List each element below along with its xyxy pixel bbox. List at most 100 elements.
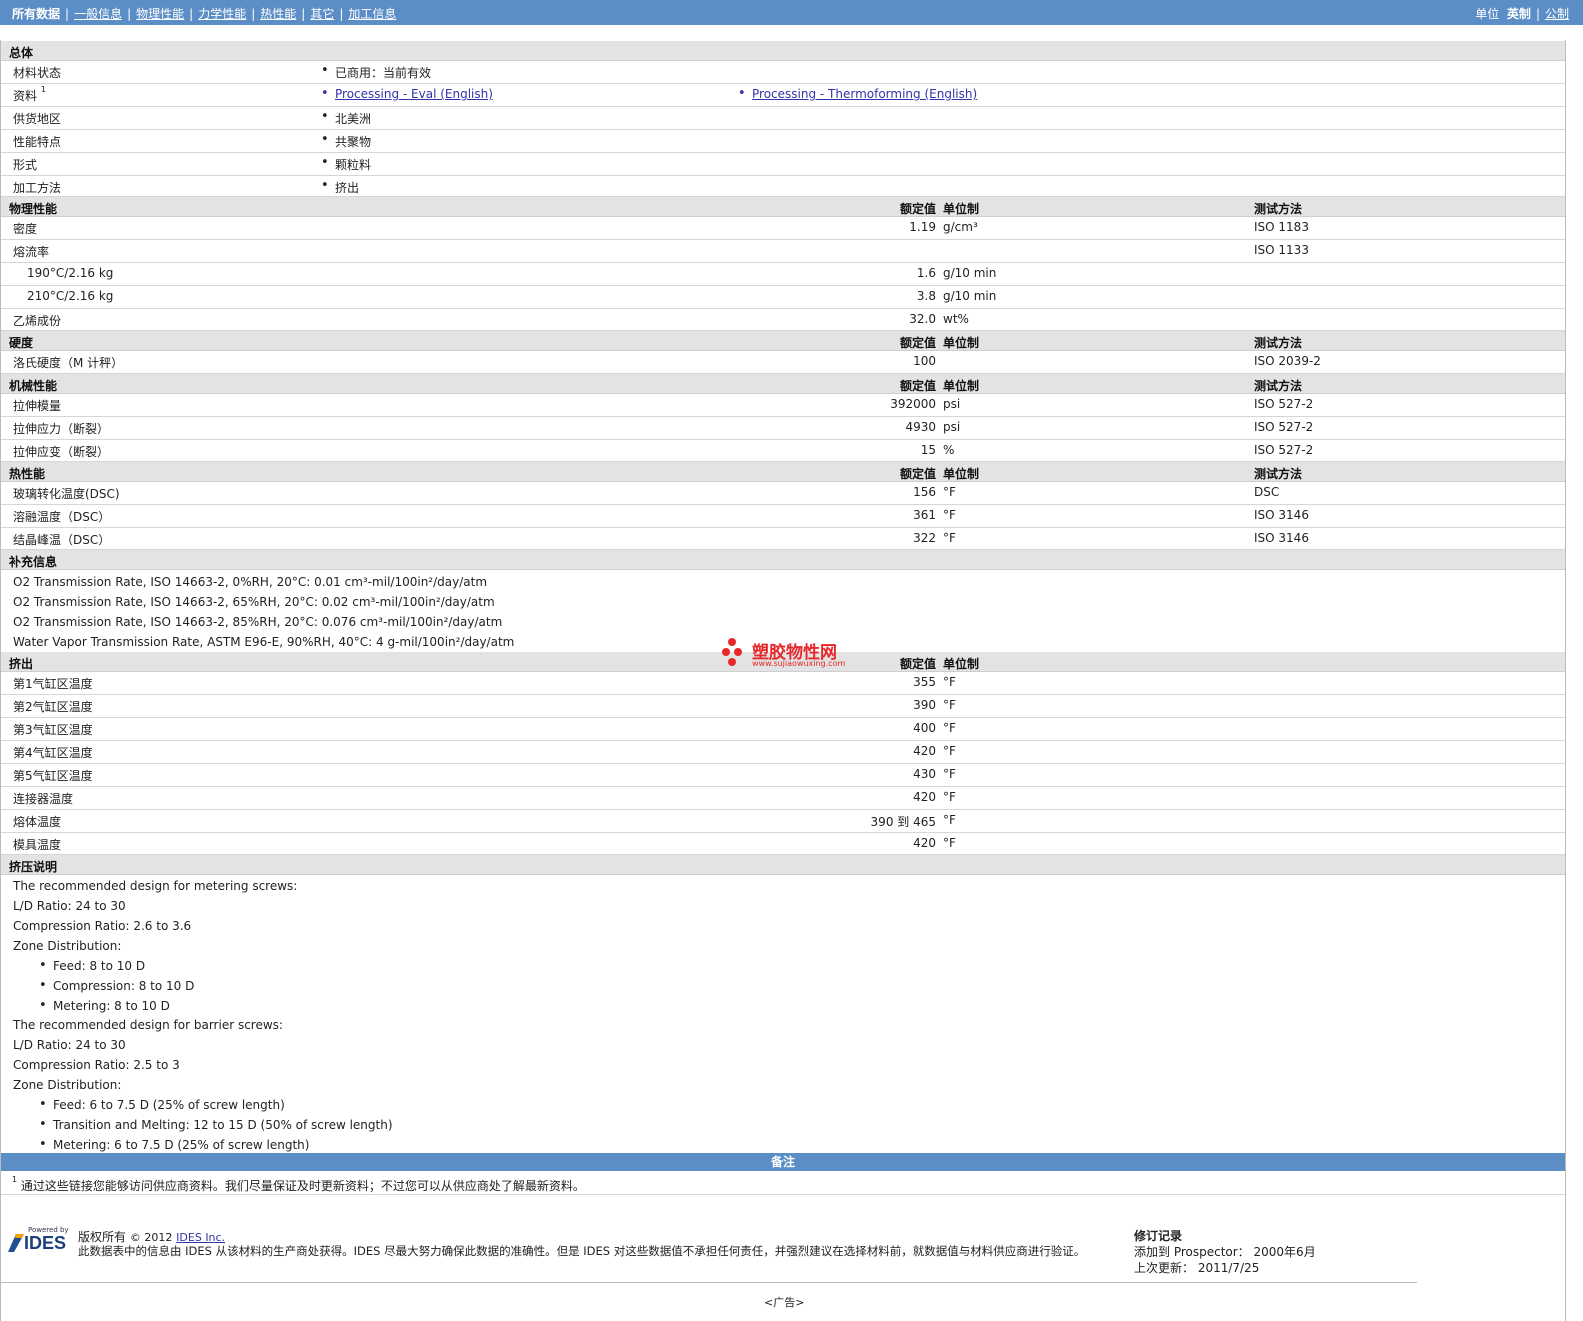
- link-processing-thermoforming[interactable]: Processing - Thermoforming (English): [738, 86, 977, 101]
- row-value: 400: [913, 721, 936, 735]
- note-line: L/D Ratio: 24 to 30: [13, 1038, 126, 1052]
- supplement-line: Water Vapor Transmission Rate, ASTM E96-…: [13, 635, 515, 649]
- physical-row: 210°C/2.16 kg 3.8 g/10 min: [1, 286, 1565, 309]
- section-tabs: 所有数据 | 一般信息 | 物理性能 | 力学性能 | 热性能 | 其它 | 加工信息: [12, 7, 397, 21]
- general-header: 总体: [1, 41, 1565, 61]
- note-line: Compression Ratio: 2.5 to 3: [13, 1058, 180, 1072]
- tab-physical[interactable]: 物理性能: [136, 7, 184, 21]
- col-nominal: 额定值: [899, 202, 936, 216]
- mechanical-title: 机械性能: [9, 379, 58, 393]
- row-value: 15: [920, 443, 936, 457]
- row-unit: °F: [943, 790, 956, 804]
- remarks-row: 1 通过这些链接您能够访问供应商资料。我们尽量保证及时更新资料；不过您可以从供应…: [1, 1171, 1565, 1195]
- copyright-label: 版权所有: [78, 1230, 127, 1244]
- col-method: 测试方法: [1254, 379, 1303, 393]
- row-unit: wt%: [943, 312, 969, 326]
- col-unit: 单位制: [943, 379, 980, 393]
- col-unit: 单位制: [943, 657, 980, 671]
- row-unit: °F: [943, 721, 956, 735]
- note-bullet: Feed: 8 to 10 D: [39, 958, 145, 973]
- hardness-row: 洛氏硬度（M 计秤） 100 ISO 2039-2: [1, 351, 1565, 374]
- row-value: 4930: [905, 420, 936, 434]
- logo-text: IDES: [24, 1233, 67, 1253]
- row-label: 材料状态: [13, 66, 62, 80]
- tab-other[interactable]: 其它: [310, 7, 334, 21]
- units-metric[interactable]: 公制: [1545, 7, 1569, 21]
- note-bullet: Compression: 8 to 10 D: [39, 978, 194, 993]
- row-method: ISO 527-2: [1254, 443, 1314, 457]
- col-method: 测试方法: [1254, 202, 1303, 216]
- row-method: ISO 3146: [1254, 531, 1309, 545]
- row-value: 322: [913, 531, 936, 545]
- col-method: 测试方法: [1254, 467, 1303, 481]
- tab-processing[interactable]: 加工信息: [348, 7, 396, 21]
- note-bullet: Metering: 6 to 7.5 D (25% of screw lengt…: [39, 1137, 309, 1152]
- row-method: ISO 1183: [1254, 220, 1309, 234]
- row-value: 100: [913, 354, 936, 368]
- col-method: 测试方法: [1254, 336, 1303, 350]
- tab-general[interactable]: 一般信息: [74, 7, 122, 21]
- tab-all-data[interactable]: 所有数据: [12, 7, 60, 21]
- row-value: 420: [913, 836, 936, 850]
- row-value: 390 到 465: [870, 815, 936, 829]
- row-unit: °F: [943, 813, 956, 827]
- row-label: 性能特点: [13, 135, 62, 149]
- thermal-header: 热性能 额定值 单位制 测试方法: [1, 462, 1565, 482]
- mechanical-row: 拉伸模量 392000 psi ISO 527-2: [1, 394, 1565, 417]
- row-label: 第5气缸区温度: [13, 769, 93, 783]
- row-unit: °F: [943, 836, 956, 850]
- row-label: 结晶峰温（DSC）: [13, 533, 111, 547]
- row-label: 190°C/2.16 kg: [27, 266, 114, 280]
- row-value: 3.8: [916, 289, 936, 303]
- row-unit: °F: [943, 485, 956, 499]
- mechanical-row: 拉伸应变（断裂） 15 % ISO 527-2: [1, 440, 1565, 462]
- row-unit: °F: [943, 508, 956, 522]
- extrusion-row: 第5气缸区温度 430 °F: [1, 764, 1565, 787]
- note-line: The recommended design for barrier screw…: [13, 1018, 283, 1032]
- unit-switcher: 单位 英制 | 公制: [1475, 7, 1569, 21]
- units-english[interactable]: 英制: [1507, 7, 1531, 21]
- physical-row: 熔流率 ISO 1133: [1, 240, 1565, 263]
- row-unit: °F: [943, 531, 956, 545]
- row-label: 供货地区: [13, 112, 62, 126]
- row-label: 第2气缸区温度: [13, 700, 93, 714]
- hardness-header: 硬度 额定值 单位制 测试方法: [1, 331, 1565, 351]
- general-row: 供货地区 北美洲: [1, 107, 1565, 130]
- tab-thermal[interactable]: 热性能: [260, 7, 296, 21]
- col-nominal: 额定值: [899, 467, 936, 481]
- row-value: 430: [913, 767, 936, 781]
- row-value: 361: [913, 508, 936, 522]
- row-value: 北美洲: [321, 109, 371, 127]
- tab-mechanical[interactable]: 力学性能: [198, 7, 246, 21]
- row-unit: g/10 min: [943, 289, 997, 303]
- general-row: 性能特点 共聚物: [1, 130, 1565, 153]
- row-unit: g/10 min: [943, 266, 997, 280]
- col-unit: 单位制: [943, 336, 980, 350]
- col-unit: 单位制: [943, 202, 980, 216]
- top-nav: 所有数据 | 一般信息 | 物理性能 | 力学性能 | 热性能 | 其它 | 加工信息 单位 英制 | 公制: [0, 0, 1583, 25]
- revision-title: 修订记录: [1134, 1229, 1183, 1243]
- supplement-title: 补充信息: [9, 555, 58, 569]
- row-label: 拉伸应变（断裂）: [13, 445, 110, 459]
- extrusion-row: 第2气缸区温度 390 °F: [1, 695, 1565, 718]
- physical-row: 190°C/2.16 kg 1.6 g/10 min: [1, 263, 1565, 286]
- row-method: ISO 527-2: [1254, 420, 1314, 434]
- row-label: 连接器温度: [13, 792, 74, 806]
- disclaimer: 此数据表中的信息由 IDES 从该材料的生产商处获得。IDES 尽最大努力确保此…: [78, 1244, 1086, 1258]
- supplement-line: O2 Transmission Rate, ISO 14663-2, 0%RH,…: [13, 575, 488, 589]
- remarks-title: 备注: [770, 1155, 795, 1169]
- extrusion-row: 连接器温度 420 °F: [1, 787, 1565, 810]
- row-method: DSC: [1254, 485, 1280, 499]
- row-label: 密度: [13, 222, 38, 236]
- link-processing-eval[interactable]: Processing - Eval (English): [321, 86, 493, 101]
- row-label: 第1气缸区温度: [13, 677, 93, 691]
- extrusion-row: 第3气缸区温度 400 °F: [1, 718, 1565, 741]
- row-unit: psi: [943, 397, 961, 411]
- ides-logo[interactable]: Powered by IDES: [6, 1226, 70, 1256]
- row-value: 挤出: [321, 178, 359, 196]
- note-line: Zone Distribution:: [13, 939, 122, 953]
- supplement-line: O2 Transmission Rate, ISO 14663-2, 65%RH…: [13, 595, 495, 609]
- thermal-row: 溶融温度（DSC） 361 °F ISO 3146: [1, 505, 1565, 528]
- remarks-bar: 备注: [1, 1153, 1565, 1171]
- col-nominal: 额定值: [899, 379, 936, 393]
